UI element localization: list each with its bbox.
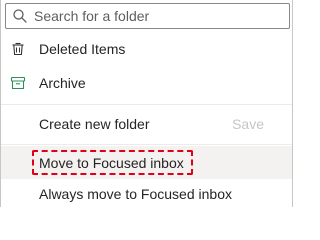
folder-search-box[interactable] — [5, 3, 290, 29]
menu-item-create-new-folder[interactable]: Create new folder Save — [1, 108, 292, 140]
menu-item-always-move-to-focused-inbox[interactable]: Always move to Focused inbox — [1, 180, 292, 207]
menu-item-label: Deleted Items — [39, 41, 126, 57]
trash-icon — [10, 41, 26, 57]
menu-item-archive[interactable]: Archive — [1, 67, 292, 99]
menu-divider — [1, 104, 292, 105]
menu-item-move-to-focused-inbox[interactable]: Move to Focused inbox — [1, 146, 292, 179]
menu-item-label: Create new folder — [39, 116, 150, 132]
save-button[interactable]: Save — [232, 116, 264, 132]
menu-item-label: Always move to Focused inbox — [39, 185, 232, 202]
move-to-menu: Deleted Items Archive Create new folder … — [0, 0, 293, 207]
folder-search-input[interactable] — [34, 8, 274, 24]
menu-divider — [1, 144, 292, 145]
menu-item-deleted-items[interactable]: Deleted Items — [1, 33, 292, 65]
menu-item-label: Archive — [39, 75, 86, 91]
menu-item-label: Move to Focused inbox — [39, 154, 184, 171]
search-icon — [12, 8, 28, 24]
archive-icon — [10, 75, 26, 91]
